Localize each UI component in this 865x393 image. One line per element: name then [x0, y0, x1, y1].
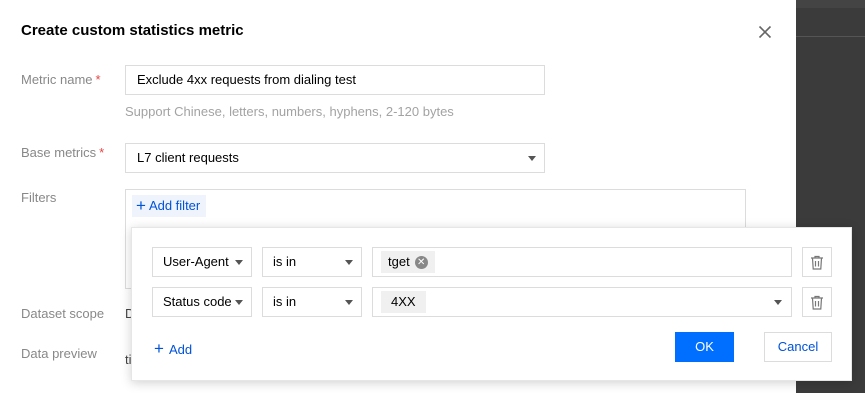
add-condition-link[interactable]: + Add [154, 340, 192, 358]
filter-value-tag: 4XX [381, 291, 426, 313]
filter-field-value: Status code [163, 294, 232, 309]
metric-name-input[interactable]: Exclude 4xx requests from dialing test [125, 65, 545, 95]
chevron-down-icon [528, 156, 536, 161]
ok-button[interactable]: OK [675, 332, 734, 362]
dialog-title: Create custom statistics metric [21, 22, 244, 39]
chevron-down-icon [345, 300, 353, 305]
filter-value-tag-text: tget [388, 254, 410, 269]
filter-value-select[interactable]: 4XX [372, 287, 792, 317]
filter-popover: User-Agent is in tget ✕ Status code is i… [131, 227, 852, 381]
plus-icon: + [154, 339, 164, 358]
chevron-down-icon [774, 300, 782, 305]
filter-field-value: User-Agent [163, 254, 229, 269]
filter-value-tag: tget ✕ [381, 251, 435, 273]
base-metrics-value: L7 client requests [137, 150, 239, 165]
add-condition-label: Add [168, 341, 193, 357]
plus-icon: + [136, 196, 146, 215]
filter-value-tag-text: 4XX [391, 294, 416, 309]
close-icon[interactable] [756, 23, 774, 41]
filter-operator-value: is in [273, 254, 297, 269]
delete-filter-button[interactable] [802, 247, 832, 277]
required-mark: * [99, 145, 105, 160]
add-filter-button[interactable]: + Add filter [132, 195, 207, 217]
trash-icon [811, 255, 823, 270]
backdrop-divider [796, 36, 865, 37]
remove-tag-icon[interactable]: ✕ [414, 255, 428, 269]
filters-label: Filters [21, 190, 57, 205]
filter-field-select[interactable]: Status code [152, 287, 252, 317]
metric-name-label-text: Metric name [21, 72, 93, 87]
chevron-down-icon [235, 260, 243, 265]
delete-filter-button[interactable] [802, 287, 832, 317]
dataset-scope-label: Dataset scope [21, 306, 105, 321]
data-preview-label: Data preview [21, 346, 97, 361]
filter-value-input[interactable]: tget ✕ [372, 247, 792, 277]
filter-field-select[interactable]: User-Agent [152, 247, 252, 277]
base-metrics-select[interactable]: L7 client requests [125, 143, 545, 173]
add-filter-label: Add filter [148, 198, 201, 213]
cancel-button[interactable]: Cancel [764, 332, 832, 362]
base-metrics-label-text: Base metrics [21, 145, 97, 160]
filter-operator-value: is in [273, 294, 297, 309]
backdrop-header [796, 0, 865, 8]
metric-name-hint: Support Chinese, letters, numbers, hyphe… [125, 104, 454, 119]
chevron-down-icon [345, 260, 353, 265]
base-metrics-label: Base metrics * [21, 145, 104, 160]
chevron-down-icon [235, 300, 243, 305]
metric-name-label: Metric name * [21, 72, 101, 87]
filter-operator-select[interactable]: is in [262, 287, 362, 317]
required-mark: * [95, 72, 101, 87]
trash-icon [811, 295, 823, 310]
filter-operator-select[interactable]: is in [262, 247, 362, 277]
